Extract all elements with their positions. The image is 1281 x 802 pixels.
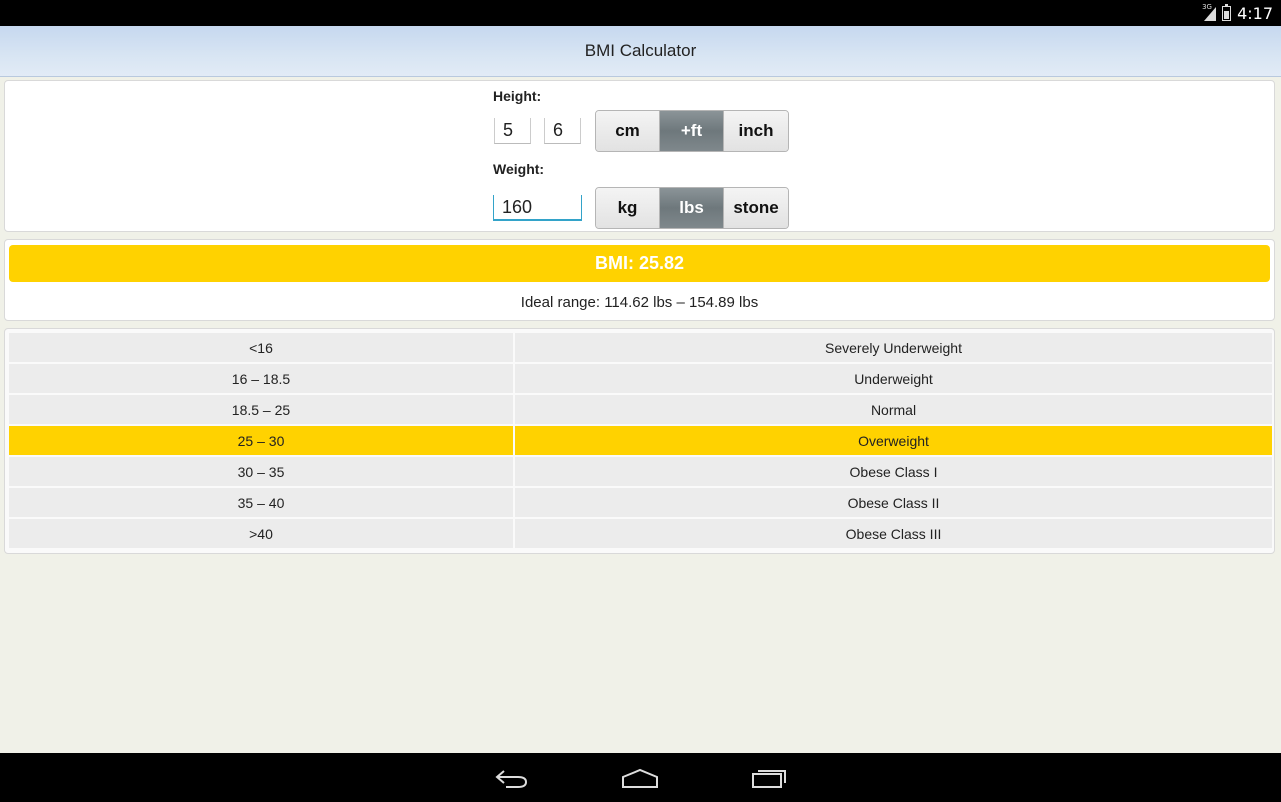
result-panel: BMI: 25.82 Ideal range: 114.62 lbs – 154…: [4, 239, 1275, 321]
bmi-category-cell: Severely Underweight: [515, 333, 1272, 362]
weight-unit-lbs-button[interactable]: lbs: [660, 188, 724, 228]
bmi-category-table: <16 Severely Underweight 16 – 18.5 Under…: [4, 328, 1275, 554]
table-rows: <16 Severely Underweight 16 – 18.5 Under…: [9, 333, 1272, 550]
bmi-category-cell: Overweight: [515, 426, 1272, 455]
bmi-category-cell: Obese Class III: [515, 519, 1272, 548]
bmi-category-cell: Obese Class I: [515, 457, 1272, 486]
ideal-range-text: Ideal range: 114.62 lbs – 154.89 lbs: [520, 294, 759, 311]
battery-icon: [1222, 3, 1232, 21]
bmi-range-cell: 30 – 35: [9, 457, 513, 486]
height-unit-cm-button[interactable]: cm: [596, 111, 660, 151]
recent-apps-icon: [752, 770, 786, 788]
bmi-category-cell: Obese Class II: [515, 488, 1272, 517]
table-row: 30 – 35 Obese Class I: [9, 457, 1272, 486]
weight-unit-stone-button[interactable]: stone: [724, 188, 788, 228]
table-row: >40 Obese Class III: [9, 519, 1272, 548]
table-row: <16 Severely Underweight: [9, 333, 1272, 362]
status-icons: 3G 4:17: [1202, 3, 1273, 23]
weight-unit-selector: kg lbs stone: [595, 187, 789, 229]
bmi-range-cell: <16: [9, 333, 513, 362]
bmi-result-bar: BMI: 25.82: [9, 245, 1270, 282]
navigation-bar: [0, 753, 1281, 802]
app-title: BMI Calculator: [584, 41, 697, 60]
weight-label: Weight:: [493, 161, 545, 177]
home-icon: [622, 768, 658, 788]
table-row: 16 – 18.5 Underweight: [9, 364, 1272, 393]
input-panel: Height: 5 6 cm +ft inch Weight: 160 kg l…: [4, 80, 1275, 232]
weight-field[interactable]: 160: [493, 195, 582, 221]
bmi-range-cell: 25 – 30: [9, 426, 513, 455]
bmi-range-cell: 35 – 40: [9, 488, 513, 517]
clock: 4:17: [1237, 3, 1273, 23]
height-feet-field[interactable]: 5: [494, 118, 531, 144]
recent-apps-button[interactable]: [744, 761, 794, 795]
back-icon: [495, 770, 528, 788]
action-bar: BMI Calculator: [0, 26, 1281, 77]
status-bar: 3G 4:17: [0, 0, 1281, 26]
bmi-category-cell: Normal: [515, 395, 1272, 424]
bmi-range-cell: 18.5 – 25: [9, 395, 513, 424]
back-button[interactable]: [487, 761, 537, 795]
height-unit-inch-button[interactable]: inch: [724, 111, 788, 151]
height-inches-field[interactable]: 6: [544, 118, 581, 144]
signal-icon: 3G: [1202, 3, 1217, 21]
table-row: 35 – 40 Obese Class II: [9, 488, 1272, 517]
table-row: 18.5 – 25 Normal: [9, 395, 1272, 424]
bmi-category-cell: Underweight: [515, 364, 1272, 393]
bmi-range-cell: 16 – 18.5: [9, 364, 513, 393]
height-unit-ft-button[interactable]: +ft: [660, 111, 724, 151]
weight-unit-kg-button[interactable]: kg: [596, 188, 660, 228]
table-row-highlighted: 25 – 30 Overweight: [9, 426, 1272, 455]
height-unit-selector: cm +ft inch: [595, 110, 789, 152]
bmi-range-cell: >40: [9, 519, 513, 548]
home-button[interactable]: [615, 761, 665, 795]
height-label: Height:: [493, 88, 542, 104]
